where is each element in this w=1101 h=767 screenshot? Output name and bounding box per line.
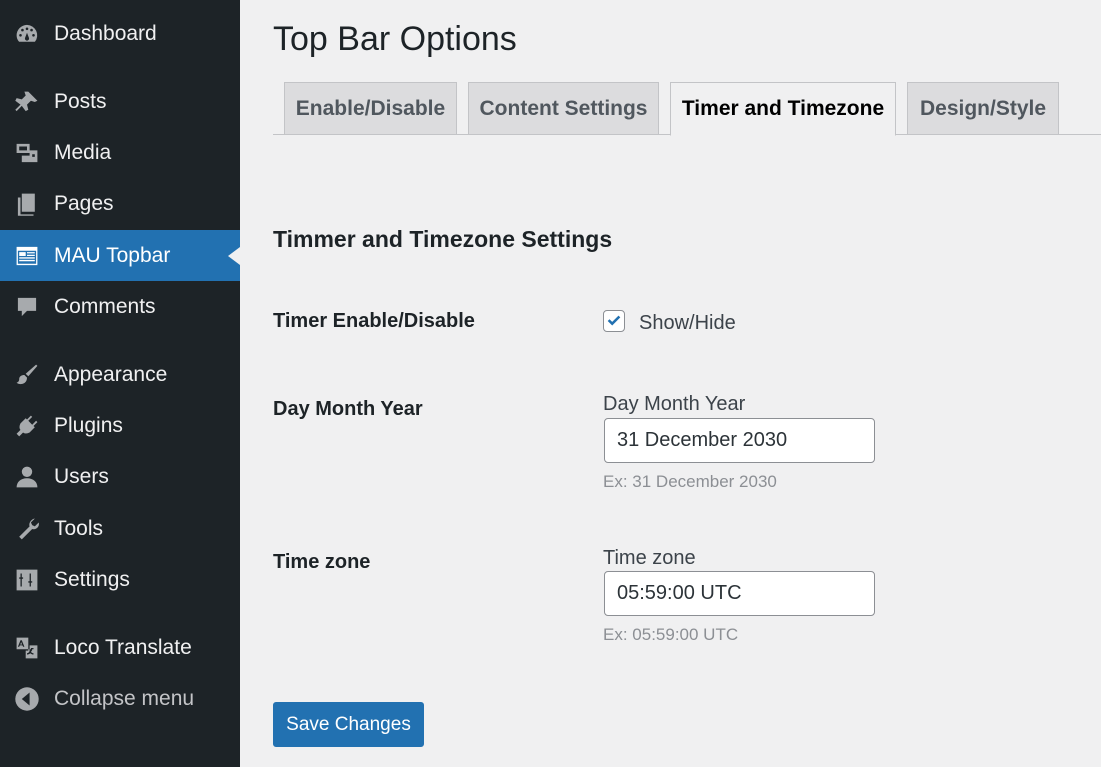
save-changes-button[interactable]: Save Changes — [273, 702, 424, 747]
sidebar-item-label: Appearance — [54, 362, 168, 386]
date-input[interactable] — [604, 418, 875, 463]
tab-enable-disable[interactable]: Enable/Disable — [284, 82, 457, 135]
sidebar-item-users[interactable]: Users — [0, 451, 240, 502]
sidebar-item-comments[interactable]: Comments — [0, 281, 240, 332]
sidebar-item-posts[interactable]: Posts — [0, 76, 240, 127]
sidebar-item-settings[interactable]: Settings — [0, 554, 240, 605]
sidebar-item-label: MAU Topbar — [54, 243, 171, 267]
timezone-input[interactable] — [604, 571, 875, 616]
pages-icon — [13, 190, 41, 218]
sidebar-item-mau-topbar[interactable]: MAU Topbar — [0, 230, 240, 281]
sidebar-item-label: Plugins — [54, 413, 123, 437]
timezone-input-label: Time zone — [603, 547, 696, 569]
pushpin-icon — [13, 88, 41, 116]
timezone-hint: Ex: 05:59:00 UTC — [603, 625, 739, 644]
section-title: Timmer and Timezone Settings — [273, 226, 613, 252]
sidebar-item-label: Posts — [54, 89, 107, 113]
sidebar-item-tools[interactable]: Tools — [0, 503, 240, 554]
sidebar-item-label: Pages — [54, 191, 114, 215]
comment-icon — [13, 293, 41, 321]
tab-bar: Enable/Disable Content Settings Timer an… — [273, 82, 1101, 136]
settings-icon — [13, 566, 41, 594]
topbar-icon — [13, 242, 41, 270]
translate-icon — [13, 634, 41, 662]
paintbrush-icon — [13, 361, 41, 389]
sidebar-item-dashboard[interactable]: Dashboard — [0, 8, 240, 59]
user-icon — [13, 463, 41, 491]
media-icon — [13, 139, 41, 167]
date-hint: Ex: 31 December 2030 — [603, 472, 777, 491]
sidebar-item-media[interactable]: Media — [0, 127, 240, 178]
tab-content-settings[interactable]: Content Settings — [468, 82, 659, 135]
collapse-menu-button[interactable]: Collapse menu — [0, 673, 240, 724]
date-field-label: Day Month Year — [273, 398, 423, 420]
sidebar-item-label: Comments — [54, 294, 156, 318]
date-input-label: Day Month Year — [603, 393, 746, 415]
timer-checkbox-label: Show/Hide — [639, 312, 736, 334]
sidebar-item-plugins[interactable]: Plugins — [0, 400, 240, 451]
collapse-menu-label: Collapse menu — [54, 686, 195, 710]
sidebar-item-label: Dashboard — [54, 21, 157, 45]
sidebar-item-loco-translate[interactable]: Loco Translate — [0, 622, 240, 673]
page-title: Top Bar Options — [273, 20, 517, 58]
collapse-arrow-icon — [13, 685, 41, 713]
sidebar-item-label: Users — [54, 464, 109, 488]
sidebar-item-appearance[interactable]: Appearance — [0, 349, 240, 400]
dashboard-icon — [13, 20, 41, 48]
timezone-field-label: Time zone — [273, 551, 371, 573]
sidebar-item-label: Loco Translate — [54, 635, 192, 659]
sidebar-item-label: Tools — [54, 516, 104, 540]
tab-design-style[interactable]: Design/Style — [907, 82, 1059, 135]
sidebar-item-label: Media — [54, 140, 112, 164]
tab-timer-and-timezone[interactable]: Timer and Timezone — [670, 82, 896, 136]
timer-enable-label: Timer Enable/Disable — [273, 310, 475, 332]
sidebar-item-label: Settings — [54, 567, 130, 591]
wrench-icon — [13, 515, 41, 543]
plugin-icon — [13, 412, 41, 440]
checkmark-icon — [607, 315, 621, 326]
timer-show-hide-checkbox[interactable] — [603, 310, 625, 332]
admin-sidebar: Dashboard Posts Media Pages MAU Topbar C… — [0, 0, 240, 767]
sidebar-item-pages[interactable]: Pages — [0, 178, 240, 229]
